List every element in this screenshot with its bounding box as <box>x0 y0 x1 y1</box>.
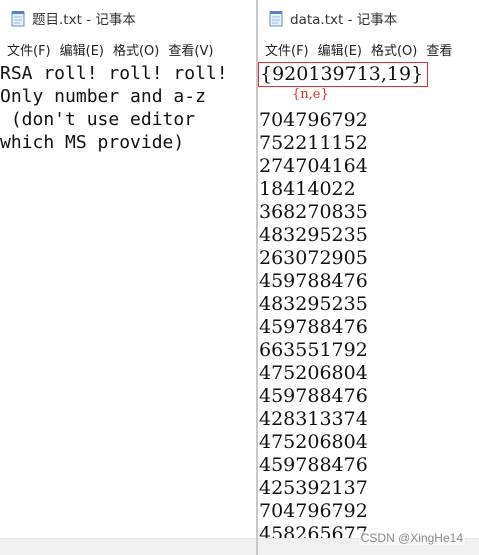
text-line: (don't use editor <box>0 109 196 130</box>
text-line: which MS provide) <box>0 132 185 153</box>
highlighted-key-line: {920139713,19} <box>258 62 429 87</box>
left-menubar: 文件(F) 编辑(E) 格式(O) 查看(V) <box>0 36 256 62</box>
text-line: Only number and a-z <box>0 86 206 107</box>
menu-format[interactable]: 格式(O) <box>371 40 417 59</box>
menu-file[interactable]: 文件(F) <box>7 40 51 59</box>
menu-edit[interactable]: 编辑(E) <box>60 40 104 59</box>
number-line: 475206804 <box>259 431 368 453</box>
menu-view[interactable]: 查看 <box>426 40 452 59</box>
menu-format[interactable]: 格式(O) <box>113 40 159 59</box>
menu-view[interactable]: 查看(V) <box>168 40 213 59</box>
horizontal-scrollbar[interactable] <box>0 538 256 555</box>
number-line: 459788476 <box>259 316 368 338</box>
window-title: 题目.txt - 记事本 <box>32 12 136 28</box>
menu-file[interactable]: 文件(F) <box>265 40 309 59</box>
right-titlebar[interactable]: data.txt - 记事本 <box>258 0 479 36</box>
number-line: 18414022 <box>259 178 356 200</box>
number-line: 368270835 <box>259 201 368 223</box>
number-line: 425392137 <box>259 477 368 499</box>
number-line: 704796792 <box>259 500 368 522</box>
window-title: data.txt - 记事本 <box>290 12 398 28</box>
number-line: 274704164 <box>259 155 368 177</box>
watermark: CSDN @XingHe14 <box>358 531 465 545</box>
number-line: 263072905 <box>259 247 368 269</box>
number-line: 483295235 <box>259 293 368 315</box>
key-annotation: {n,e} <box>292 87 329 102</box>
number-line: 663551792 <box>259 339 368 361</box>
number-line: 459788476 <box>259 270 368 292</box>
number-line: 428313374 <box>259 408 368 430</box>
number-line: 704796792 <box>259 109 368 131</box>
text-line: RSA roll! roll! roll! <box>0 63 228 84</box>
left-titlebar[interactable]: 题目.txt - 记事本 <box>0 0 256 36</box>
number-line: 475206804 <box>259 362 368 384</box>
right-notepad-window: data.txt - 记事本 文件(F) 编辑(E) 格式(O) 查看 {920… <box>258 0 479 555</box>
left-text-area[interactable]: RSA roll! roll! roll! Only number and a-… <box>0 62 256 154</box>
right-menubar: 文件(F) 编辑(E) 格式(O) 查看 <box>258 36 479 62</box>
number-line: 483295235 <box>259 224 368 246</box>
number-line: 459788476 <box>259 385 368 407</box>
number-line: 459788476 <box>259 454 368 476</box>
notepad-icon <box>269 10 283 26</box>
number-list: 704796792 752211152 274704164 18414022 36827… <box>258 109 479 546</box>
notepad-icon <box>11 10 25 26</box>
left-notepad-window: 题目.txt - 记事本 文件(F) 编辑(E) 格式(O) 查看(V) RSA… <box>0 0 256 555</box>
menu-edit[interactable]: 编辑(E) <box>318 40 362 59</box>
right-text-area[interactable]: {920139713,19} {n,e} 704796792 752211152 2… <box>258 62 479 546</box>
number-line: 752211152 <box>259 132 368 154</box>
